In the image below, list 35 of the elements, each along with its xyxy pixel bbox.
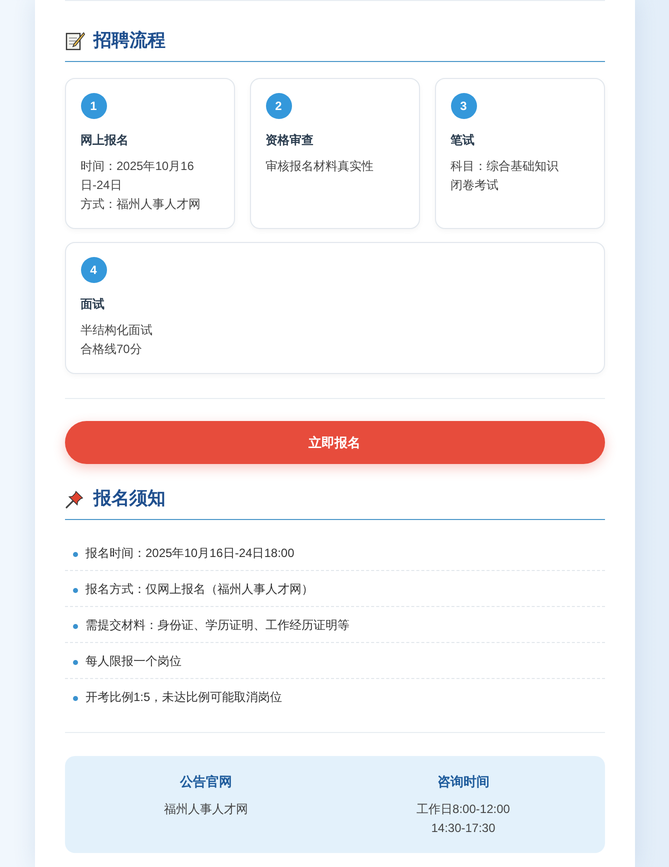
step-title: 资格审查 [266, 132, 314, 149]
notice-item: 报名时间：2025年10月16日-24日18:00 [86, 544, 294, 562]
bullet-icon [72, 660, 78, 664]
info-text: 工作日8:00-12:00 [416, 801, 510, 818]
register-button[interactable]: 立即报名 [64, 421, 604, 464]
step-detail: 时间：2025年10月16日-24日 [80, 158, 195, 194]
step-detail: 审核报名材料真实性 [266, 158, 374, 175]
step-number: 4 [80, 257, 106, 283]
bullet-icon [72, 552, 78, 556]
memo-icon [64, 30, 84, 50]
step-number: 2 [266, 93, 292, 119]
bullet-icon [72, 624, 78, 628]
step-number: 3 [450, 93, 476, 119]
step-title: 笔试 [450, 132, 474, 149]
notice-item: 需提交材料：身份证、学历证明、工作经历证明等 [86, 616, 350, 634]
info-heading: 咨询时间 [437, 773, 490, 791]
info-heading: 公告官网 [180, 773, 232, 791]
pushpin-icon [64, 488, 84, 508]
notice-item: 每人限报一个岗位 [86, 652, 182, 670]
bullet-icon [72, 696, 78, 700]
section-title: 报名须知 [94, 487, 166, 510]
step-detail: 方式：福州人事人才网 [80, 196, 202, 213]
notice-item: 开考比例1:5，未达比例可能取消岗位 [86, 688, 282, 706]
step-title: 面试 [80, 296, 104, 313]
info-text: 14:30-17:30 [431, 820, 496, 837]
step-detail: 闭卷考试 [450, 177, 500, 194]
section-title: 招聘流程 [94, 29, 166, 52]
step-title: 网上报名 [80, 132, 128, 149]
bullet-icon [72, 588, 78, 592]
step-detail: 半结构化面试 [80, 322, 152, 339]
notice-item: 报名方式：仅网上报名（福州人事人才网） [86, 580, 314, 598]
step-detail: 合格线70分 [80, 341, 143, 358]
step-number: 1 [80, 93, 106, 119]
info-text: 福州人事人才网 [164, 801, 248, 818]
step-detail: 科目：综合基础知识 [450, 158, 558, 175]
